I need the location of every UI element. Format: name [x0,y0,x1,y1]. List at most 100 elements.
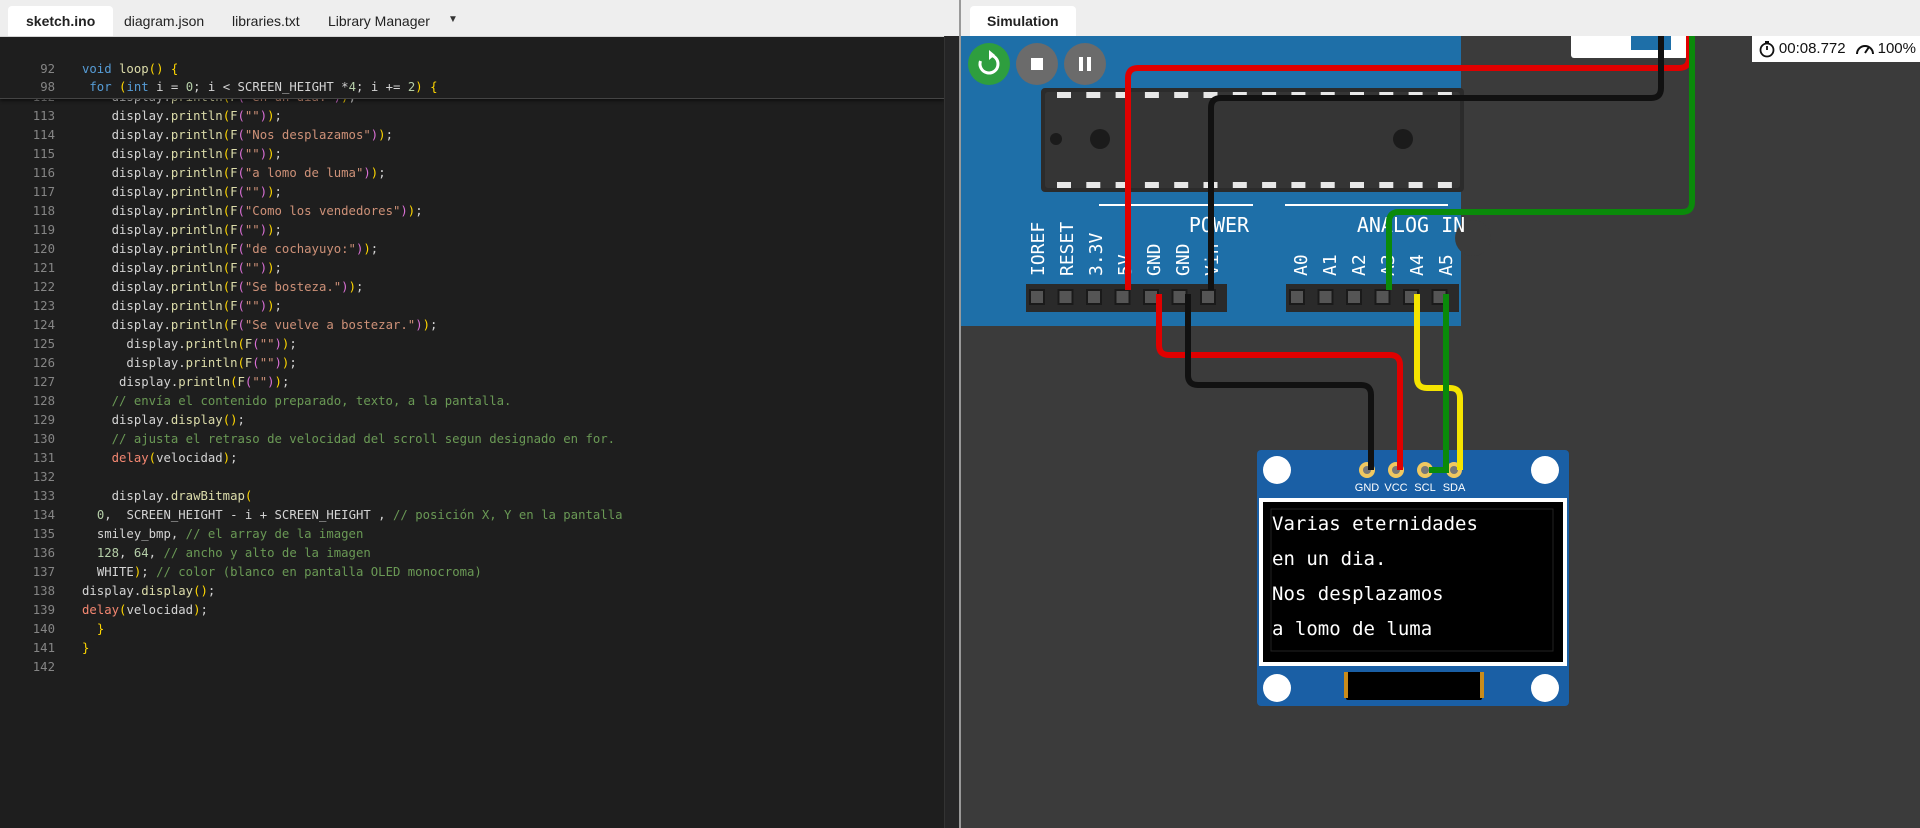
line-code: display.println(F("Como los vendedores")… [111,204,423,218]
line-number: 141 [32,641,55,655]
simulation-panel: Simulation POWER ANALOG IN IOREF RESET 3.3… [961,0,1920,828]
pause-button[interactable] [1064,43,1106,85]
line-number: 98 [40,80,55,94]
line-code: 0, SCREEN_HEIGHT - i + SCREEN_HEIGHT , /… [96,508,623,522]
chip-pin-bottom [1350,182,1364,188]
code-line: 114 display.println(F("Nos desplazamos")… [0,126,944,145]
line-number: 134 [32,508,55,522]
caret-down-icon[interactable]: ▼ [448,14,458,25]
chip-pin-bottom [1057,182,1071,188]
stop-button[interactable] [1016,43,1058,85]
speedometer-icon [1855,45,1874,55]
pin-label: A4 [1407,254,1428,276]
sticky-scroll-header[interactable]: 92 void loop() {98 for (int i = 0; i < SC… [0,58,944,99]
code-line: 139 delay(velocidad); [0,601,944,620]
tab-diagram-json[interactable]: diagram.json [106,6,222,36]
line-code: display.println(F("")); [111,147,282,161]
line-number: 92 [40,62,55,76]
line-code: smiley_bmp, // el array de la imagen [96,527,364,541]
line-code: display.println(F("Nos desplazamos")); [111,128,393,142]
code-line: 142 [0,658,944,677]
line-code: WHITE); // color (blanco en pantalla OLE… [96,565,482,579]
code-line: 137 WHITE); // color (blanco en pantalla… [0,563,944,582]
code-line: 126 display.println(F("")); [0,354,944,373]
restart-button[interactable] [968,43,1010,85]
chip-pin-bottom [1437,182,1452,188]
oled-text-line: en un dia. [1272,548,1386,570]
tab-library-manager[interactable]: Library Manager [310,6,448,36]
stopwatch-icon [1759,41,1775,58]
code-line: 131 delay(velocidad); [0,449,944,468]
code-line: 118 display.println(F("Como los vendedor… [0,202,944,221]
code-line: 133 display.drawBitmap( [0,487,944,506]
line-number: 140 [32,622,55,636]
sim-speed: 100% [1877,40,1916,57]
line-number: 120 [32,242,55,256]
editor-scrollbar[interactable] [944,36,960,828]
line-code: } [96,622,105,636]
tab-libraries-txt[interactable]: libraries.txt [214,6,318,36]
code-line: 141} [0,639,944,658]
oled-ribbon [1346,672,1482,700]
sticky-line: 92 void loop() { [0,60,944,79]
code-line: 130 // ajusta el retraso de velocidad de… [0,430,944,449]
line-code: display.println(F("")); [111,109,282,123]
code-line: 127 display.println(F("")); [0,373,944,392]
chip-pin-bottom [1320,182,1335,188]
pin-label: A2 [1349,254,1370,276]
line-code: delay(velocidad); [82,603,208,617]
chip-pin-top [1174,92,1189,98]
oled-text-line: Nos desplazamos [1272,583,1444,605]
chip-pin-bottom [1408,182,1423,188]
header-pin [1029,289,1045,305]
code-line: 134 0, SCREEN_HEIGHT - i + SCREEN_HEIGHT… [0,506,944,525]
power-label: POWER [1189,213,1250,237]
chip-pin-top [1057,92,1071,98]
line-number: 139 [32,603,55,617]
line-number: 129 [32,413,55,427]
stop-icon [1031,58,1043,70]
line-number: 118 [32,204,55,218]
code-line: 128 // envía el contenido preparado, tex… [0,392,944,411]
code-line: 117 display.println(F("")); [0,183,944,202]
line-number: 133 [32,489,55,503]
analog-in-label: ANALOG IN [1357,213,1465,237]
line-code: display.println(F("")); [119,375,290,389]
header-pin [1057,289,1074,305]
pin-label: A1 [1320,254,1341,276]
code-line: 122 display.println(F("Se bosteza.")); [0,278,944,297]
editor-tab-bar: sketch.ino diagram.json libraries.txt Li… [0,0,959,37]
line-code: } [82,641,90,655]
circuit-canvas[interactable]: POWER ANALOG IN IOREF RESET 3.3V 5V GND GND Vi… [961,0,1920,828]
tab-sketch-ino[interactable]: sketch.ino [8,6,114,36]
line-code: display.println(F("")); [111,299,282,313]
line-number: 116 [32,166,55,180]
code-line: 125 display.println(F("")); [0,335,944,354]
line-number: 136 [32,546,55,560]
code-line: 124 display.println(F("Se vuelve a boste… [0,316,944,335]
code-line: 123 display.println(F("")); [0,297,944,316]
line-code: display.println(F("Se vuelve a bostezar.… [111,318,438,332]
header-pin [1114,289,1131,305]
line-code: void loop() { [82,62,179,76]
oled-pin-hole [1421,466,1429,474]
line-code: display.println(F("de cochayuyo:")); [111,242,379,256]
oled-pin-label: VCC [1384,482,1407,494]
line-number: 137 [32,565,55,579]
line-number: 114 [32,128,55,142]
pause-icon [1079,57,1091,71]
line-code: // envía el contenido preparado, texto, … [111,394,512,408]
line-number: 128 [32,394,55,408]
line-number: 115 [32,147,55,161]
code-area[interactable]: 92 void loop() {98 for (int i = 0; i < SC… [0,58,944,828]
tab-simulation[interactable]: Simulation [970,6,1076,36]
line-code: delay(velocidad); [111,451,238,465]
pin-label: RESET [1057,222,1078,276]
oled-pin-label: SDA [1443,482,1466,494]
line-code: display.println(F("")); [111,223,282,237]
oled-text-line: Varias eternidades [1272,513,1478,535]
code-line: 135 smiley_bmp, // el array de la imagen [0,525,944,544]
header-pin [1086,289,1102,305]
line-number: 113 [32,109,55,123]
line-number: 131 [32,451,55,465]
